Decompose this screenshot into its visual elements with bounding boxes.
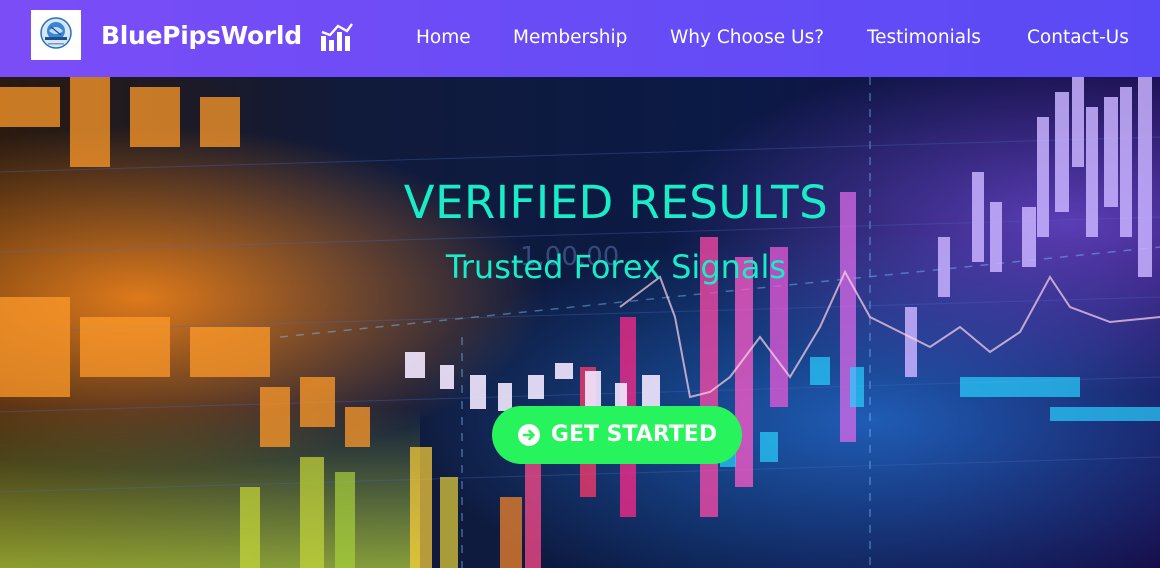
bar-chart-icon: [321, 23, 353, 51]
hero-section: 1,00.00 VERIFIED RESULTS Trusted Forex S…: [0, 77, 1160, 568]
nav-link-why-choose-us[interactable]: Why Choose Us?: [670, 26, 824, 50]
top-navbar: BluePipsWorld Home Membership Why Choose…: [0, 0, 1160, 77]
nav-link-contact-us[interactable]: Contact-Us: [1027, 26, 1129, 50]
nav-link-home[interactable]: Home: [416, 26, 471, 50]
hero-subtitle: Trusted Forex Signals: [445, 247, 787, 286]
hero-title: VERIFIED RESULTS: [403, 176, 829, 230]
nav-link-membership[interactable]: Membership: [513, 26, 627, 50]
globe-logo-icon: [40, 17, 72, 49]
brand-name[interactable]: BluePipsWorld: [101, 19, 302, 53]
nav-link-testimonials[interactable]: Testimonials: [867, 26, 981, 50]
get-started-label: GET STARTED: [550, 422, 718, 447]
get-started-button[interactable]: GET STARTED: [492, 406, 742, 464]
site-logo[interactable]: [31, 10, 81, 60]
arrow-circle-right-icon: [517, 424, 540, 446]
forex-chart-background: 1,00.00: [0, 77, 1160, 568]
